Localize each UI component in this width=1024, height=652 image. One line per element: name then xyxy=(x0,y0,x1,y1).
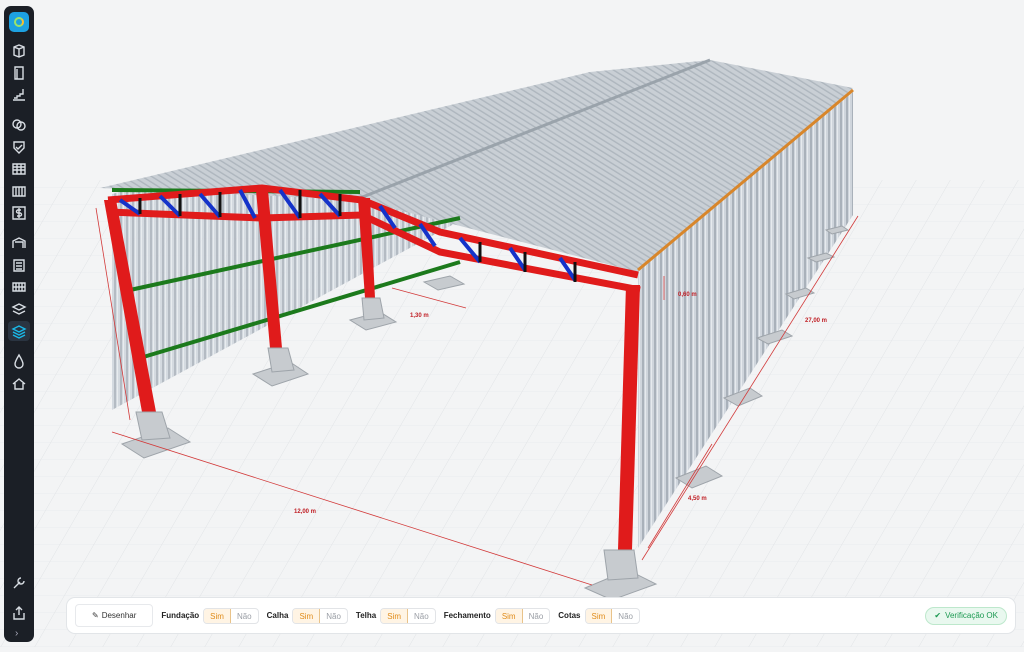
check-icon: ✔ xyxy=(934,611,942,620)
structure-3d-view[interactable]: 12,00 m 27,00 m 4,50 m 0,60 m 1,30 m xyxy=(0,0,1024,647)
draw-button[interactable]: ✎ Desenhar xyxy=(75,604,154,627)
span-dimension: 12,00 m xyxy=(294,509,316,515)
table-icon[interactable] xyxy=(8,159,30,179)
bay-dimension: 4,50 m xyxy=(688,496,707,502)
cube-icon[interactable] xyxy=(8,41,30,61)
fence-icon[interactable] xyxy=(8,277,30,297)
list-icon[interactable] xyxy=(8,255,30,275)
draw-button-label: Desenhar xyxy=(101,611,137,620)
sidebar-toolbar: › xyxy=(4,6,34,642)
cladding-toggle[interactable]: Sim Não xyxy=(494,607,551,624)
roof-toggle[interactable]: Sim Não xyxy=(380,607,436,624)
door-icon[interactable] xyxy=(8,63,30,83)
logo-icon[interactable] xyxy=(9,12,29,32)
roof-icon[interactable] xyxy=(8,373,30,393)
drop-icon[interactable] xyxy=(8,351,30,371)
length-dimension: 27,00 m xyxy=(805,318,827,324)
cladding-no[interactable]: Não xyxy=(523,609,550,623)
verification-status-badge[interactable]: ✔ Verificação OK xyxy=(925,606,1007,625)
stairs-icon[interactable] xyxy=(8,85,30,105)
truss-height-dimension: 0,60 m xyxy=(678,292,697,298)
shield-icon[interactable] xyxy=(8,137,30,157)
dimensions-no[interactable]: Não xyxy=(612,609,639,623)
options-bar: ✎ Desenhar Fundação Sim Não Calha Sim Não … xyxy=(66,597,1016,634)
option-label-roof: Telha xyxy=(355,611,377,620)
pencil-icon: ✎ xyxy=(92,611,99,620)
foundation-yes[interactable]: Sim xyxy=(204,608,231,623)
cladding-yes[interactable]: Sim xyxy=(495,608,523,623)
roof-yes[interactable]: Sim xyxy=(381,608,408,623)
wrench-icon[interactable] xyxy=(8,573,30,593)
hangar-icon[interactable] xyxy=(8,233,30,253)
option-label-dimensions: Cotas xyxy=(558,611,581,620)
foundation-no[interactable]: Não xyxy=(231,609,258,623)
export-icon[interactable] xyxy=(8,603,30,623)
foundation-toggle[interactable]: Sim Não xyxy=(203,607,259,624)
3d-viewport[interactable]: 12,00 m 27,00 m 4,50 m 0,60 m 1,30 m xyxy=(0,0,1024,647)
gutter-yes[interactable]: Sim xyxy=(293,608,321,623)
roof-no[interactable]: Não xyxy=(408,609,435,623)
overhang-dimension: 1,30 m xyxy=(410,313,429,319)
option-label-cladding: Fechamento xyxy=(443,611,491,620)
stack-icon[interactable] xyxy=(8,321,30,341)
option-label-gutter: Calha xyxy=(266,611,289,620)
chevron-right-icon[interactable]: › xyxy=(15,628,18,639)
dollar-icon[interactable] xyxy=(8,203,30,223)
dimensions-toggle[interactable]: Sim Não xyxy=(584,607,640,624)
dimensions-yes[interactable]: Sim xyxy=(585,608,613,623)
verification-status-label: Verificação OK xyxy=(945,611,998,620)
rings-icon[interactable] xyxy=(8,115,30,135)
option-label-foundation: Fundação xyxy=(161,611,200,620)
gutter-toggle[interactable]: Sim Não xyxy=(292,607,348,624)
columns-icon[interactable] xyxy=(8,181,30,201)
layers-icon[interactable] xyxy=(8,299,30,319)
gutter-no[interactable]: Não xyxy=(320,609,347,623)
